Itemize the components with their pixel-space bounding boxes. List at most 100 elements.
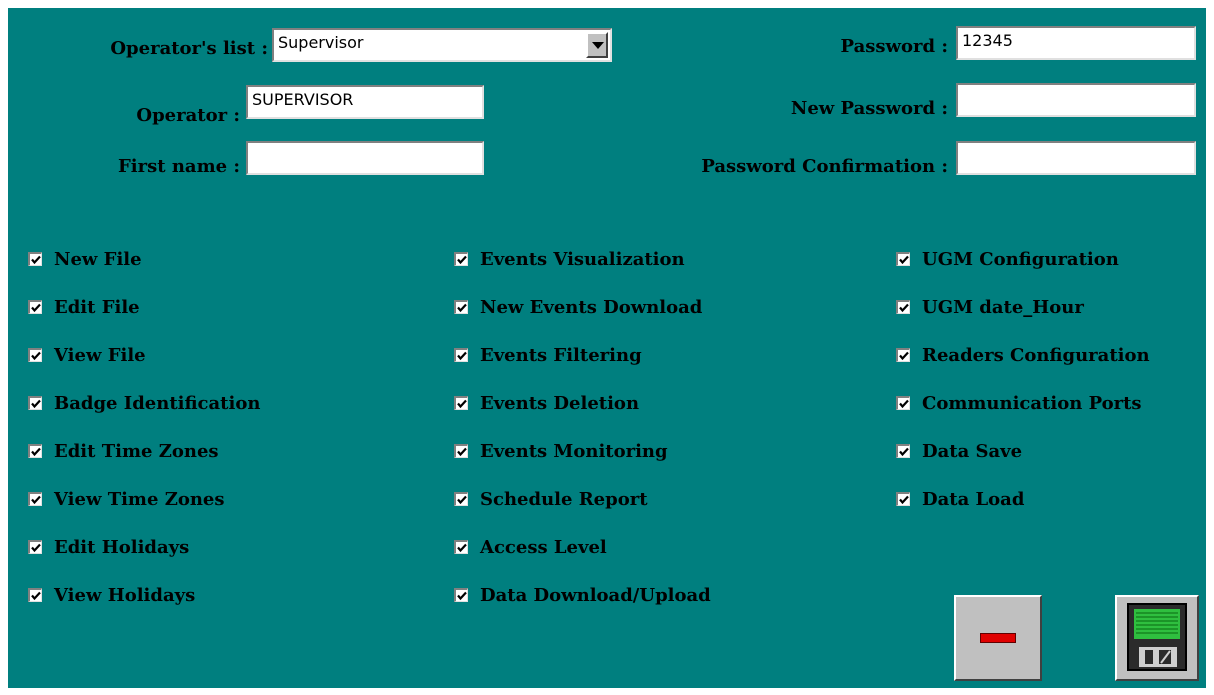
checkbox-view-holidays[interactable]: View Holidays bbox=[28, 583, 195, 607]
checkbox-schedule-report[interactable]: Schedule Report bbox=[454, 487, 648, 511]
checkbox-label: UGM date_Hour bbox=[922, 296, 1084, 318]
floppy-disk-icon bbox=[1127, 603, 1187, 671]
checkbox-label: Events Deletion bbox=[480, 392, 640, 414]
new-password-field[interactable] bbox=[956, 83, 1196, 117]
checkmark-icon bbox=[899, 399, 909, 409]
delete-operator-button[interactable] bbox=[954, 595, 1042, 681]
checkbox-label: Events Filtering bbox=[480, 344, 642, 366]
checkmark-icon bbox=[457, 303, 467, 313]
chevron-down-icon[interactable] bbox=[586, 32, 608, 58]
checkbox-box[interactable] bbox=[454, 252, 468, 266]
checkbox-ugm-configuration[interactable]: UGM Configuration bbox=[896, 247, 1119, 271]
minus-icon bbox=[980, 633, 1016, 643]
password-field[interactable]: 12345 bbox=[956, 26, 1196, 60]
checkbox-events-visualization[interactable]: Events Visualization bbox=[454, 247, 685, 271]
checkbox-label: View Holidays bbox=[54, 584, 196, 606]
checkbox-edit-holidays[interactable]: Edit Holidays bbox=[28, 535, 189, 559]
checkmark-icon bbox=[31, 543, 41, 553]
checkbox-events-monitoring[interactable]: Events Monitoring bbox=[454, 439, 668, 463]
checkmark-icon bbox=[457, 255, 467, 265]
checkbox-box[interactable] bbox=[28, 588, 42, 602]
checkbox-label: UGM Configuration bbox=[922, 248, 1119, 270]
operators-list-select[interactable]: Supervisor bbox=[272, 28, 612, 62]
checkbox-label: Edit Time Zones bbox=[54, 440, 219, 462]
checkbox-new-file[interactable]: New File bbox=[28, 247, 142, 271]
checkmark-icon bbox=[457, 351, 467, 361]
operators-list-label: Operator's list : bbox=[110, 38, 268, 59]
checkbox-box[interactable] bbox=[28, 396, 42, 410]
checkbox-box[interactable] bbox=[454, 492, 468, 506]
operator-label: Operator : bbox=[136, 105, 240, 126]
checkbox-box[interactable] bbox=[896, 444, 910, 458]
password-confirmation-field[interactable] bbox=[956, 141, 1196, 175]
checkbox-box[interactable] bbox=[454, 396, 468, 410]
checkbox-box[interactable] bbox=[896, 300, 910, 314]
checkbox-label: New Events Download bbox=[480, 296, 703, 318]
save-operator-button[interactable] bbox=[1115, 595, 1199, 681]
checkbox-label: Communication Ports bbox=[922, 392, 1142, 414]
checkmark-icon bbox=[31, 591, 41, 601]
checkbox-box[interactable] bbox=[28, 540, 42, 554]
checkmark-icon bbox=[457, 495, 467, 505]
checkmark-icon bbox=[899, 447, 909, 457]
checkmark-icon bbox=[899, 255, 909, 265]
checkbox-box[interactable] bbox=[454, 348, 468, 362]
checkbox-box[interactable] bbox=[454, 300, 468, 314]
password-label: Password : bbox=[840, 36, 948, 57]
checkbox-box[interactable] bbox=[28, 300, 42, 314]
checkmark-icon bbox=[899, 351, 909, 361]
checkmark-icon bbox=[31, 303, 41, 313]
checkbox-label: Events Monitoring bbox=[480, 440, 668, 462]
checkbox-edit-file[interactable]: Edit File bbox=[28, 295, 140, 319]
checkbox-box[interactable] bbox=[28, 348, 42, 362]
checkbox-label: Badge Identification bbox=[54, 392, 261, 414]
checkbox-view-time-zones[interactable]: View Time Zones bbox=[28, 487, 225, 511]
operator-field[interactable]: SUPERVISOR bbox=[246, 85, 484, 119]
checkbox-label: Data Save bbox=[922, 440, 1023, 462]
checkmark-icon bbox=[899, 495, 909, 505]
checkmark-icon bbox=[457, 543, 467, 553]
checkmark-icon bbox=[457, 399, 467, 409]
checkbox-data-download-upload[interactable]: Data Download/Upload bbox=[454, 583, 711, 607]
checkbox-box[interactable] bbox=[454, 444, 468, 458]
checkbox-box[interactable] bbox=[896, 396, 910, 410]
checkbox-label: Data Load bbox=[922, 488, 1025, 510]
checkbox-label: Schedule Report bbox=[480, 488, 648, 510]
checkbox-label: Access Level bbox=[480, 536, 607, 558]
checkbox-access-level[interactable]: Access Level bbox=[454, 535, 607, 559]
checkbox-label: New File bbox=[54, 248, 142, 270]
operator-settings-panel: Operator's list : Supervisor Operator : … bbox=[8, 8, 1206, 688]
checkbox-box[interactable] bbox=[28, 252, 42, 266]
checkbox-box[interactable] bbox=[454, 588, 468, 602]
checkbox-box[interactable] bbox=[28, 492, 42, 506]
first-name-label: First name : bbox=[118, 156, 240, 177]
checkbox-box[interactable] bbox=[896, 348, 910, 362]
checkbox-label: Data Download/Upload bbox=[480, 584, 711, 606]
checkbox-communication-ports[interactable]: Communication Ports bbox=[896, 391, 1142, 415]
checkbox-badge-identification[interactable]: Badge Identification bbox=[28, 391, 260, 415]
checkbox-events-filtering[interactable]: Events Filtering bbox=[454, 343, 642, 367]
checkbox-label: Edit Holidays bbox=[54, 536, 190, 558]
checkmark-icon bbox=[31, 495, 41, 505]
checkbox-ugm-date-hour[interactable]: UGM date_Hour bbox=[896, 295, 1084, 319]
checkbox-box[interactable] bbox=[454, 540, 468, 554]
checkmark-icon bbox=[457, 591, 467, 601]
checkbox-readers-configuration[interactable]: Readers Configuration bbox=[896, 343, 1150, 367]
checkbox-events-deletion[interactable]: Events Deletion bbox=[454, 391, 639, 415]
checkmark-icon bbox=[457, 447, 467, 457]
checkbox-label: Edit File bbox=[54, 296, 140, 318]
checkbox-label: Events Visualization bbox=[480, 248, 685, 270]
checkbox-label: Readers Configuration bbox=[922, 344, 1150, 366]
checkbox-new-events-download[interactable]: New Events Download bbox=[454, 295, 702, 319]
checkbox-box[interactable] bbox=[28, 444, 42, 458]
checkmark-icon bbox=[31, 447, 41, 457]
password-confirmation-label: Password Confirmation : bbox=[701, 156, 948, 177]
checkbox-data-load[interactable]: Data Load bbox=[896, 487, 1024, 511]
first-name-field[interactable] bbox=[246, 141, 484, 175]
checkbox-box[interactable] bbox=[896, 252, 910, 266]
checkbox-data-save[interactable]: Data Save bbox=[896, 439, 1022, 463]
operators-list-value: Supervisor bbox=[278, 33, 364, 52]
checkbox-edit-time-zones[interactable]: Edit Time Zones bbox=[28, 439, 219, 463]
checkbox-box[interactable] bbox=[896, 492, 910, 506]
checkbox-view-file[interactable]: View File bbox=[28, 343, 146, 367]
